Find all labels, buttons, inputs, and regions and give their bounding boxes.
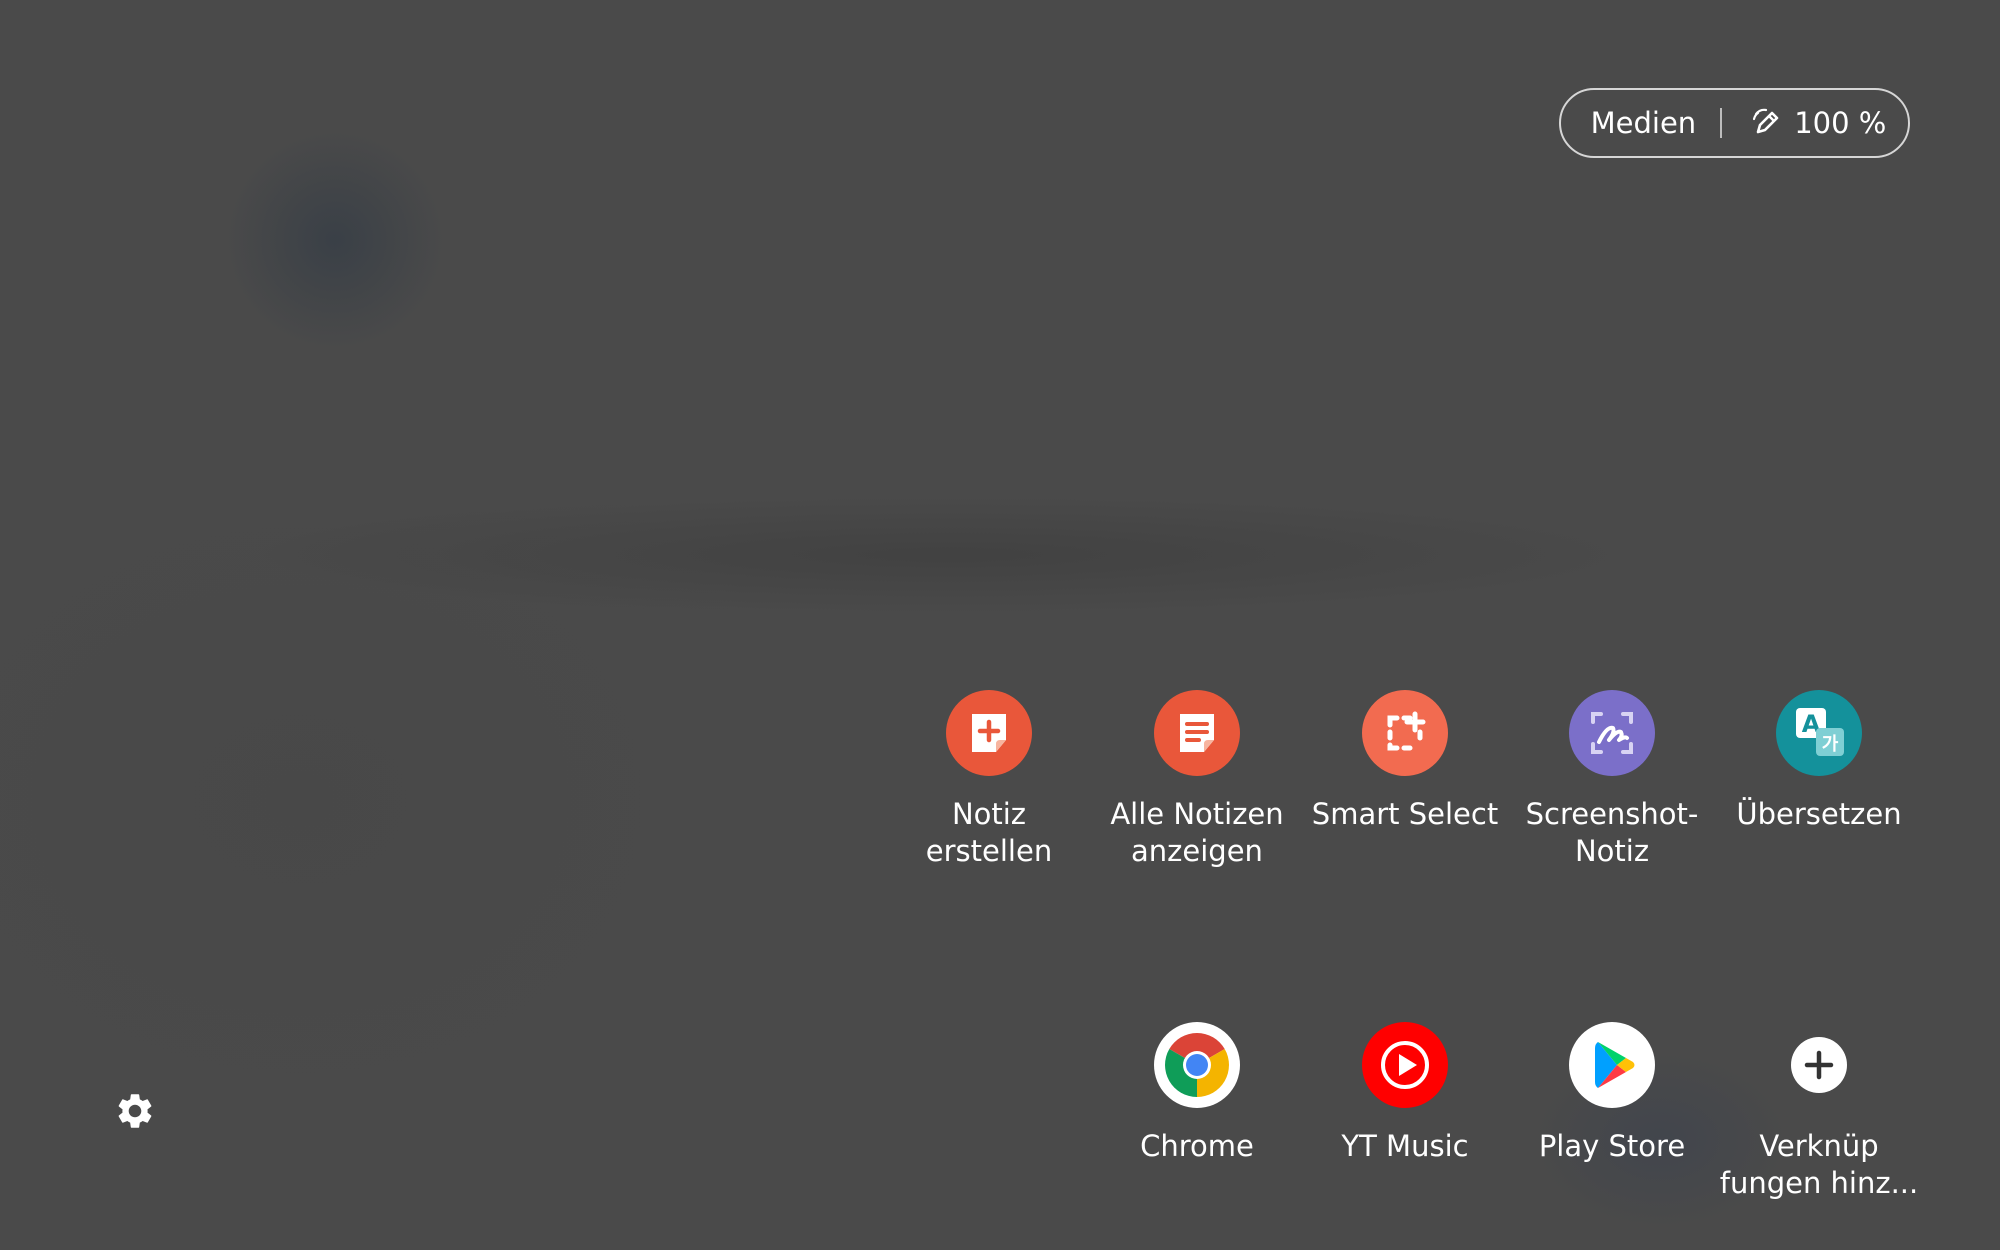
action-view-all-notes[interactable]: Alle Notizen anzeigen <box>1097 690 1297 870</box>
shortcut-play-store[interactable]: Play Store <box>1512 1022 1712 1165</box>
pen-battery: 100 % <box>1722 106 1886 140</box>
media-label[interactable]: Medien <box>1583 106 1721 140</box>
view-notes-icon <box>1154 690 1240 776</box>
shortcut-label: Chrome <box>1140 1129 1254 1163</box>
action-label: Screenshot- Notiz <box>1525 797 1699 868</box>
settings-button[interactable] <box>114 1090 156 1132</box>
svg-text:가: 가 <box>1822 734 1839 755</box>
pen-icon <box>1753 108 1779 134</box>
action-label: Notiz erstellen <box>925 797 1053 868</box>
action-smart-select[interactable]: Smart Select <box>1305 690 1505 833</box>
yt-music-icon <box>1362 1022 1448 1108</box>
shortcut-label: YT Music <box>1341 1129 1469 1163</box>
media-pen-status-pill[interactable]: Medien 100 % <box>1559 88 1910 158</box>
action-translate[interactable]: A 가 Übersetzen <box>1719 690 1919 833</box>
action-create-note[interactable]: Notiz erstellen <box>889 690 1089 870</box>
shortcut-chrome[interactable]: Chrome <box>1097 1022 1297 1165</box>
shortcut-yt-music[interactable]: YT Music <box>1305 1022 1505 1165</box>
shortcut-label: Verknüp fungen hinz... <box>1719 1129 1919 1200</box>
action-label: Alle Notizen anzeigen <box>1110 797 1284 868</box>
gear-icon <box>118 1094 152 1128</box>
pen-battery-value: 100 % <box>1794 106 1887 140</box>
add-shortcut-icon <box>1776 1022 1862 1108</box>
screen-write-icon <box>1569 690 1655 776</box>
chrome-icon <box>1154 1022 1240 1108</box>
translate-icon: A 가 <box>1776 690 1862 776</box>
smart-select-icon <box>1362 690 1448 776</box>
play-store-icon <box>1569 1022 1655 1108</box>
shortcut-label: Play Store <box>1538 1129 1686 1163</box>
action-label: Übersetzen <box>1736 797 1902 831</box>
action-screenshot-note[interactable]: Screenshot- Notiz <box>1512 690 1712 870</box>
add-shortcut-button[interactable]: Verknüp fungen hinz... <box>1719 1022 1919 1202</box>
create-note-icon <box>946 690 1032 776</box>
action-label: Smart Select <box>1311 797 1499 831</box>
